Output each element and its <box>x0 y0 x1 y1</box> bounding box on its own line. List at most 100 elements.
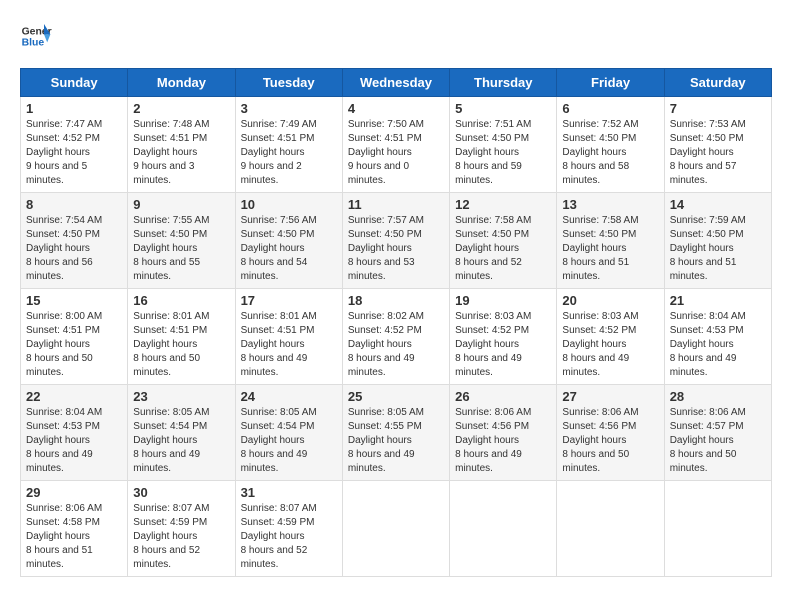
calendar-week-4: 22 Sunrise: 8:04 AM Sunset: 4:53 PM Dayl… <box>21 385 772 481</box>
day-number: 28 <box>670 389 766 404</box>
weekday-wednesday: Wednesday <box>342 69 449 97</box>
day-info: Sunrise: 8:00 AM Sunset: 4:51 PM Dayligh… <box>26 310 122 380</box>
day-info: Sunrise: 7:51 AM Sunset: 4:50 PM Dayligh… <box>455 118 551 188</box>
weekday-header-row: SundayMondayTuesdayWednesdayThursdayFrid… <box>21 69 772 97</box>
svg-text:Blue: Blue <box>22 38 45 49</box>
calendar-cell: 11 Sunrise: 7:57 AM Sunset: 4:50 PM Dayl… <box>342 193 449 289</box>
day-info: Sunrise: 8:03 AM Sunset: 4:52 PM Dayligh… <box>562 310 658 380</box>
day-number: 6 <box>562 101 658 116</box>
day-info: Sunrise: 7:57 AM Sunset: 4:50 PM Dayligh… <box>348 214 444 284</box>
calendar-cell: 15 Sunrise: 8:00 AM Sunset: 4:51 PM Dayl… <box>21 289 128 385</box>
day-number: 19 <box>455 293 551 308</box>
day-number: 15 <box>26 293 122 308</box>
calendar-cell: 13 Sunrise: 7:58 AM Sunset: 4:50 PM Dayl… <box>557 193 664 289</box>
day-info: Sunrise: 8:05 AM Sunset: 4:55 PM Dayligh… <box>348 406 444 476</box>
day-info: Sunrise: 8:04 AM Sunset: 4:53 PM Dayligh… <box>670 310 766 380</box>
calendar-cell <box>342 481 449 577</box>
calendar-body: 1 Sunrise: 7:47 AM Sunset: 4:52 PM Dayli… <box>21 97 772 577</box>
day-number: 31 <box>241 485 337 500</box>
calendar-cell: 30 Sunrise: 8:07 AM Sunset: 4:59 PM Dayl… <box>128 481 235 577</box>
day-info: Sunrise: 8:05 AM Sunset: 4:54 PM Dayligh… <box>241 406 337 476</box>
calendar-cell: 25 Sunrise: 8:05 AM Sunset: 4:55 PM Dayl… <box>342 385 449 481</box>
calendar-cell: 2 Sunrise: 7:48 AM Sunset: 4:51 PM Dayli… <box>128 97 235 193</box>
weekday-thursday: Thursday <box>450 69 557 97</box>
calendar-cell: 12 Sunrise: 7:58 AM Sunset: 4:50 PM Dayl… <box>450 193 557 289</box>
day-number: 27 <box>562 389 658 404</box>
calendar-cell: 5 Sunrise: 7:51 AM Sunset: 4:50 PM Dayli… <box>450 97 557 193</box>
day-number: 5 <box>455 101 551 116</box>
day-info: Sunrise: 8:01 AM Sunset: 4:51 PM Dayligh… <box>133 310 229 380</box>
calendar-cell: 7 Sunrise: 7:53 AM Sunset: 4:50 PM Dayli… <box>664 97 771 193</box>
day-number: 21 <box>670 293 766 308</box>
calendar-week-1: 1 Sunrise: 7:47 AM Sunset: 4:52 PM Dayli… <box>21 97 772 193</box>
day-number: 7 <box>670 101 766 116</box>
day-info: Sunrise: 7:49 AM Sunset: 4:51 PM Dayligh… <box>241 118 337 188</box>
day-info: Sunrise: 7:59 AM Sunset: 4:50 PM Dayligh… <box>670 214 766 284</box>
day-info: Sunrise: 7:55 AM Sunset: 4:50 PM Dayligh… <box>133 214 229 284</box>
day-info: Sunrise: 8:05 AM Sunset: 4:54 PM Dayligh… <box>133 406 229 476</box>
day-number: 16 <box>133 293 229 308</box>
day-number: 26 <box>455 389 551 404</box>
day-info: Sunrise: 7:58 AM Sunset: 4:50 PM Dayligh… <box>562 214 658 284</box>
calendar-cell: 9 Sunrise: 7:55 AM Sunset: 4:50 PM Dayli… <box>128 193 235 289</box>
day-number: 17 <box>241 293 337 308</box>
day-info: Sunrise: 7:48 AM Sunset: 4:51 PM Dayligh… <box>133 118 229 188</box>
day-info: Sunrise: 7:47 AM Sunset: 4:52 PM Dayligh… <box>26 118 122 188</box>
logo: General Blue <box>20 20 56 52</box>
calendar-cell: 18 Sunrise: 8:02 AM Sunset: 4:52 PM Dayl… <box>342 289 449 385</box>
day-number: 24 <box>241 389 337 404</box>
weekday-friday: Friday <box>557 69 664 97</box>
day-info: Sunrise: 8:06 AM Sunset: 4:56 PM Dayligh… <box>562 406 658 476</box>
calendar-cell <box>664 481 771 577</box>
day-info: Sunrise: 8:07 AM Sunset: 4:59 PM Dayligh… <box>241 502 337 572</box>
day-info: Sunrise: 7:58 AM Sunset: 4:50 PM Dayligh… <box>455 214 551 284</box>
day-info: Sunrise: 8:04 AM Sunset: 4:53 PM Dayligh… <box>26 406 122 476</box>
calendar-cell: 16 Sunrise: 8:01 AM Sunset: 4:51 PM Dayl… <box>128 289 235 385</box>
calendar-week-3: 15 Sunrise: 8:00 AM Sunset: 4:51 PM Dayl… <box>21 289 772 385</box>
calendar-cell: 22 Sunrise: 8:04 AM Sunset: 4:53 PM Dayl… <box>21 385 128 481</box>
day-info: Sunrise: 7:52 AM Sunset: 4:50 PM Dayligh… <box>562 118 658 188</box>
day-info: Sunrise: 7:50 AM Sunset: 4:51 PM Dayligh… <box>348 118 444 188</box>
day-info: Sunrise: 8:06 AM Sunset: 4:56 PM Dayligh… <box>455 406 551 476</box>
calendar-cell: 6 Sunrise: 7:52 AM Sunset: 4:50 PM Dayli… <box>557 97 664 193</box>
day-info: Sunrise: 8:03 AM Sunset: 4:52 PM Dayligh… <box>455 310 551 380</box>
day-number: 1 <box>26 101 122 116</box>
calendar-cell <box>557 481 664 577</box>
day-number: 23 <box>133 389 229 404</box>
day-number: 3 <box>241 101 337 116</box>
weekday-tuesday: Tuesday <box>235 69 342 97</box>
day-number: 2 <box>133 101 229 116</box>
calendar-cell: 14 Sunrise: 7:59 AM Sunset: 4:50 PM Dayl… <box>664 193 771 289</box>
day-info: Sunrise: 7:54 AM Sunset: 4:50 PM Dayligh… <box>26 214 122 284</box>
day-number: 29 <box>26 485 122 500</box>
calendar-cell: 1 Sunrise: 7:47 AM Sunset: 4:52 PM Dayli… <box>21 97 128 193</box>
calendar-cell: 29 Sunrise: 8:06 AM Sunset: 4:58 PM Dayl… <box>21 481 128 577</box>
day-info: Sunrise: 7:53 AM Sunset: 4:50 PM Dayligh… <box>670 118 766 188</box>
calendar-cell: 24 Sunrise: 8:05 AM Sunset: 4:54 PM Dayl… <box>235 385 342 481</box>
calendar-cell: 8 Sunrise: 7:54 AM Sunset: 4:50 PM Dayli… <box>21 193 128 289</box>
day-number: 20 <box>562 293 658 308</box>
logo-icon: General Blue <box>20 20 52 52</box>
calendar-cell: 10 Sunrise: 7:56 AM Sunset: 4:50 PM Dayl… <box>235 193 342 289</box>
calendar-cell: 20 Sunrise: 8:03 AM Sunset: 4:52 PM Dayl… <box>557 289 664 385</box>
calendar-week-5: 29 Sunrise: 8:06 AM Sunset: 4:58 PM Dayl… <box>21 481 772 577</box>
calendar-cell: 31 Sunrise: 8:07 AM Sunset: 4:59 PM Dayl… <box>235 481 342 577</box>
calendar-cell: 21 Sunrise: 8:04 AM Sunset: 4:53 PM Dayl… <box>664 289 771 385</box>
day-number: 11 <box>348 197 444 212</box>
calendar-cell: 4 Sunrise: 7:50 AM Sunset: 4:51 PM Dayli… <box>342 97 449 193</box>
calendar-cell: 27 Sunrise: 8:06 AM Sunset: 4:56 PM Dayl… <box>557 385 664 481</box>
day-number: 22 <box>26 389 122 404</box>
calendar-cell: 23 Sunrise: 8:05 AM Sunset: 4:54 PM Dayl… <box>128 385 235 481</box>
day-number: 18 <box>348 293 444 308</box>
day-number: 12 <box>455 197 551 212</box>
day-info: Sunrise: 8:02 AM Sunset: 4:52 PM Dayligh… <box>348 310 444 380</box>
calendar-week-2: 8 Sunrise: 7:54 AM Sunset: 4:50 PM Dayli… <box>21 193 772 289</box>
day-number: 8 <box>26 197 122 212</box>
page-header: General Blue <box>20 20 772 52</box>
day-number: 14 <box>670 197 766 212</box>
day-number: 25 <box>348 389 444 404</box>
day-info: Sunrise: 8:06 AM Sunset: 4:57 PM Dayligh… <box>670 406 766 476</box>
day-number: 30 <box>133 485 229 500</box>
calendar-cell <box>450 481 557 577</box>
calendar-cell: 17 Sunrise: 8:01 AM Sunset: 4:51 PM Dayl… <box>235 289 342 385</box>
